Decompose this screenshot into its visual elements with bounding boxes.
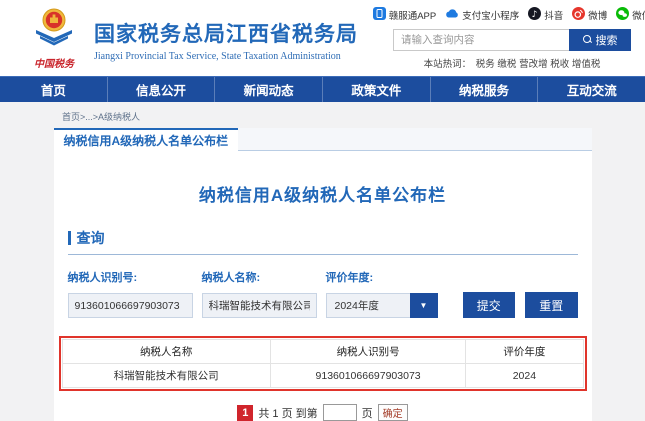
cell-taxpayer-id: 913601066697903073: [270, 364, 465, 388]
search-icon: [583, 35, 592, 44]
query-form: 纳税人识别号: 纳税人名称: 评价年度: 2024年度 ▼ 提交 重置: [68, 269, 578, 318]
cell-taxpayer-name: 科瑞智能技术有限公司: [62, 364, 270, 388]
page-number-current[interactable]: 1: [237, 405, 253, 421]
table-row: 科瑞智能技术有限公司 913601066697903073 2024: [62, 364, 583, 388]
weibo-icon: [572, 7, 585, 23]
search-input[interactable]: [393, 29, 569, 51]
taxpayer-id-label: 纳税人识别号:: [68, 269, 193, 285]
logo-calligraphy: 中国税务: [34, 55, 74, 70]
tax-emblem-icon: [31, 7, 77, 54]
page-jump-confirm-button[interactable]: 确定: [378, 404, 408, 421]
hotwords-list[interactable]: 税务 缴税 营改增 税收 增值税: [476, 59, 601, 70]
social-link-douyin[interactable]: ♪ 抖音: [528, 7, 563, 23]
social-label: 抖音: [544, 8, 563, 22]
site-title: 国家税务总局江西省税务局: [94, 18, 358, 48]
header-taxpayer-name: 纳税人名称: [62, 340, 270, 364]
site-title-block: 国家税务总局江西省税务局 Jiangxi Provincial Tax Serv…: [94, 14, 358, 62]
social-link-alipay[interactable]: 支付宝小程序: [445, 7, 519, 23]
highlight-box: 纳税人名称 纳税人识别号 评价年度 科瑞智能技术有限公司 91360106669…: [59, 336, 587, 391]
site-logo: 中国税务: [22, 7, 86, 70]
evaluation-year-value: 2024年度: [326, 293, 410, 318]
nav-item-news[interactable]: 新闻动态: [215, 77, 323, 102]
submit-button[interactable]: 提交: [463, 292, 516, 318]
svg-text:♪: ♪: [532, 9, 538, 19]
wechat-icon: [616, 7, 629, 23]
page-title: 纳税信用A级纳税人名单公布栏: [54, 181, 592, 206]
tab-a-level-taxpayer-list[interactable]: 纳税信用A级纳税人名单公布栏: [54, 128, 239, 151]
breadcrumb[interactable]: 首页>...>A级纳税人: [62, 110, 645, 123]
field-evaluation-year: 评价年度: 2024年度 ▼: [326, 269, 438, 318]
query-section: 查询 纳税人识别号: 纳税人名称: 评价年度: 2024年度 ▼ 提交 重置: [68, 228, 578, 318]
pagination: 1 共 1 页 到第 页 确定: [54, 404, 592, 421]
douyin-icon: ♪: [528, 7, 541, 23]
social-link-app[interactable]: 赣服通APP: [373, 7, 437, 23]
field-taxpayer-name: 纳税人名称:: [202, 269, 317, 318]
social-label: 微信: [632, 8, 645, 22]
hotwords-prefix: 本站热词：: [424, 59, 472, 70]
taxpayer-id-input[interactable]: [68, 293, 193, 318]
header-evaluation-year: 评价年度: [466, 340, 583, 364]
evaluation-year-label: 评价年度:: [326, 269, 438, 285]
field-taxpayer-id: 纳税人识别号:: [68, 269, 193, 318]
header-right: 赣服通APP 支付宝小程序 ♪ 抖音 微博: [393, 7, 631, 70]
cell-evaluation-year: 2024: [466, 364, 583, 388]
header-taxpayer-id: 纳税人识别号: [270, 340, 465, 364]
chevron-down-icon[interactable]: ▼: [410, 293, 438, 318]
query-section-header: 查询: [68, 228, 578, 255]
query-section-title: 查询: [77, 228, 105, 248]
main-nav: 首页 信息公开 新闻动态 政策文件 纳税服务 互动交流: [0, 76, 645, 102]
search-button[interactable]: 搜索: [569, 29, 631, 51]
search-button-label: 搜索: [596, 32, 618, 48]
social-link-weibo[interactable]: 微博: [572, 7, 607, 23]
taxpayer-name-input[interactable]: [202, 293, 317, 318]
phone-app-icon: [373, 7, 386, 23]
section-accent-bar: [68, 231, 71, 245]
pagination-total-text: 共 1 页 到第: [258, 405, 317, 421]
taxpayer-name-label: 纳税人名称:: [202, 269, 317, 285]
social-link-wechat[interactable]: 微信: [616, 7, 645, 23]
nav-item-info-disclosure[interactable]: 信息公开: [108, 77, 216, 102]
social-links: 赣服通APP 支付宝小程序 ♪ 抖音 微博: [373, 7, 645, 23]
pagination-page-suffix: 页: [362, 405, 373, 421]
page-jump-input[interactable]: [323, 404, 357, 421]
nav-item-home[interactable]: 首页: [0, 77, 108, 102]
social-label: 赣服通APP: [389, 8, 437, 22]
site-search: 搜索: [393, 29, 631, 51]
nav-item-interaction[interactable]: 互动交流: [538, 77, 645, 102]
site-header: 中国税务 国家税务总局江西省税务局 Jiangxi Provincial Tax…: [0, 0, 645, 76]
social-label: 支付宝小程序: [462, 8, 519, 22]
social-label: 微博: [588, 8, 607, 22]
reset-button[interactable]: 重置: [525, 292, 578, 318]
result-table: 纳税人名称 纳税人识别号 评价年度 科瑞智能技术有限公司 91360106669…: [62, 339, 584, 388]
site-subtitle: Jiangxi Provincial Tax Service, State Ta…: [94, 51, 358, 62]
nav-item-tax-service[interactable]: 纳税服务: [431, 77, 539, 102]
table-header-row: 纳税人名称 纳税人识别号 评价年度: [62, 340, 583, 364]
evaluation-year-select[interactable]: 2024年度 ▼: [326, 293, 438, 318]
alipay-cloud-icon: [445, 7, 459, 23]
tab-bar: 纳税信用A级纳税人名单公布栏: [54, 128, 592, 151]
content-panel: 纳税信用A级纳税人名单公布栏 纳税信用A级纳税人名单公布栏 查询 纳税人识别号:…: [54, 128, 592, 421]
hotwords: 本站热词： 税务 缴税 营改增 税收 增值税: [424, 56, 601, 70]
nav-item-policy[interactable]: 政策文件: [323, 77, 431, 102]
